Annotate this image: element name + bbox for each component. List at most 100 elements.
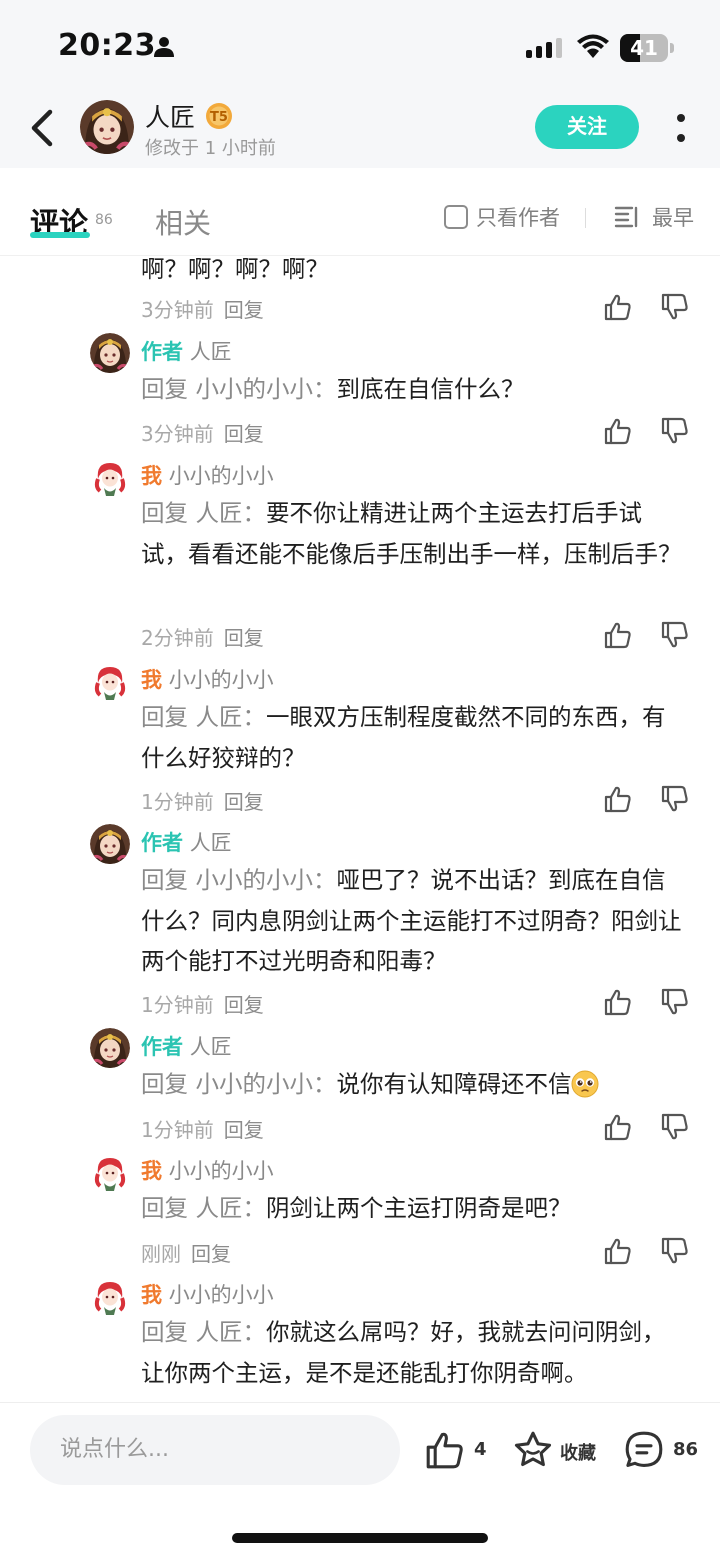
more-options-icon[interactable] [670, 108, 692, 148]
comment-list: 啊？啊？啊？啊？ 3分钟前 回复 作者 人匠 回复 小小的小小：到底在自信什么？ … [0, 256, 720, 1402]
comment-author: 我 小小的小小 [141, 1155, 274, 1185]
comment-text: 回复 人匠：阴剑让两个主运打阴奇是吧？ [141, 1194, 572, 1222]
author-name[interactable]: 人匠 [145, 98, 195, 134]
author-tag: 作者 [141, 831, 183, 855]
comment-meta: 1分钟前 回复 [141, 786, 264, 815]
comment-text: 回复 人匠：你就这么屌吗？好，我就去问问阴剑，让你两个主运，是不是还能乱打你阴奇… [141, 1318, 666, 1387]
reply-button[interactable]: 回复 [224, 298, 264, 322]
commenter-name[interactable]: 小小的小小 [169, 464, 274, 488]
bottom-action-bar: 说点什么... 4 收藏 86 [0, 1402, 720, 1558]
comment-text: 回复 人匠：要不你让精进让两个主运去打后手试试，看看还能不能像后手压制出手一样，… [141, 499, 682, 568]
reply-target[interactable]: 回复 人匠： [141, 1194, 266, 1222]
comment-text: 回复 小小的小小：哑巴了？说不出话？到底在自信什么？同内息阴剑让两个主运能打不过… [141, 866, 682, 975]
author-tag: 作者 [141, 340, 183, 364]
me-tag: 我 [141, 668, 162, 692]
comment-meta: 1分钟前 回复 [141, 989, 264, 1018]
reply-target[interactable]: 回复 小小的小小： [141, 1070, 336, 1098]
comment-author: 作者 人匠 [141, 336, 232, 366]
reply-target[interactable]: 回复 小小的小小： [141, 866, 336, 894]
comment-text: 回复 小小的小小：到底在自信什么？ [141, 375, 525, 403]
avatar[interactable] [90, 1028, 130, 1068]
back-icon[interactable] [26, 106, 60, 150]
status-bar: 20:23 41 [0, 0, 720, 90]
avatar[interactable] [90, 1152, 130, 1192]
author-avatar[interactable] [80, 100, 134, 154]
thumbs-down-icon[interactable] [660, 416, 690, 446]
me-tag: 我 [141, 1283, 162, 1307]
checkbox-icon[interactable] [444, 205, 468, 229]
comment-input[interactable]: 说点什么... [30, 1415, 400, 1485]
comment-meta: 刚刚 回复 [141, 1238, 231, 1267]
star-icon[interactable] [512, 1429, 554, 1471]
battery-icon: 41 [620, 34, 674, 62]
sort-label: 最早 [652, 206, 694, 230]
thumbs-up-icon[interactable] [603, 416, 633, 446]
thumbs-down-icon[interactable] [660, 987, 690, 1017]
wifi-icon [577, 34, 609, 58]
comment-meta: 3分钟前 回复 [141, 294, 264, 323]
comment-author: 我 小小的小小 [141, 460, 274, 490]
thumbs-up-icon[interactable] [603, 987, 633, 1017]
reply-button[interactable]: 回复 [224, 626, 264, 650]
like-icon[interactable] [424, 1429, 466, 1471]
comment-author: 作者 人匠 [141, 827, 232, 857]
comment-text: 啊？啊？啊？啊？ [141, 256, 329, 283]
comment-time: 1分钟前 [141, 993, 214, 1017]
level-badge-icon: T5 [206, 103, 232, 129]
sort-toggle[interactable]: 最早 [614, 202, 694, 232]
reply-target[interactable]: 回复 人匠： [141, 499, 266, 527]
thumbs-up-icon[interactable] [603, 620, 633, 650]
commenter-name[interactable]: 人匠 [190, 1035, 232, 1059]
comment-meta: 3分钟前 回复 [141, 418, 264, 447]
post-modified-time: 修改于 1 小时前 [145, 138, 276, 159]
me-tag: 我 [141, 464, 162, 488]
tab-related[interactable]: 相关 [155, 202, 211, 242]
reply-button[interactable]: 回复 [224, 993, 264, 1017]
status-time: 20:23 [58, 28, 156, 63]
reply-button[interactable]: 回复 [224, 422, 264, 446]
avatar[interactable] [90, 333, 130, 373]
reply-button[interactable]: 回复 [191, 1242, 231, 1266]
pleading-face-icon [571, 1070, 599, 1098]
me-tag: 我 [141, 1159, 162, 1183]
only-author-toggle[interactable]: 只看作者 [444, 202, 560, 232]
author-tag: 作者 [141, 1035, 183, 1059]
avatar[interactable] [90, 457, 130, 497]
comment-time: 1分钟前 [141, 790, 214, 814]
sort-icon [614, 206, 638, 228]
commenter-name[interactable]: 小小的小小 [169, 1283, 274, 1307]
thumbs-down-icon[interactable] [660, 1236, 690, 1266]
reply-target[interactable]: 回复 人匠： [141, 1318, 266, 1346]
signal-icon [526, 38, 562, 58]
thumbs-down-icon[interactable] [660, 292, 690, 322]
thumbs-up-icon[interactable] [603, 1112, 633, 1142]
thumbs-up-icon[interactable] [603, 292, 633, 322]
comments-count: 86 [95, 212, 113, 228]
comment-tabs: 评论 86 相关 只看作者 最早 [0, 168, 720, 256]
thumbs-down-icon[interactable] [660, 784, 690, 814]
comment-count: 86 [673, 1439, 699, 1460]
reply-button[interactable]: 回复 [224, 1118, 264, 1142]
follow-button[interactable]: 关注 [535, 105, 639, 149]
thumbs-down-icon[interactable] [660, 620, 690, 650]
commenter-name[interactable]: 小小的小小 [169, 1159, 274, 1183]
favorite-label[interactable]: 收藏 [560, 1439, 596, 1465]
avatar[interactable] [90, 661, 130, 701]
home-indicator [232, 1533, 488, 1543]
comment-icon[interactable] [623, 1429, 665, 1471]
reply-target[interactable]: 回复 人匠： [141, 703, 266, 731]
thumbs-up-icon[interactable] [603, 784, 633, 814]
divider [585, 208, 586, 228]
avatar[interactable] [90, 1276, 130, 1316]
reply-button[interactable]: 回复 [224, 790, 264, 814]
avatar[interactable] [90, 824, 130, 864]
thumbs-up-icon[interactable] [603, 1236, 633, 1266]
commenter-name[interactable]: 人匠 [190, 340, 232, 364]
thumbs-down-icon[interactable] [660, 1112, 690, 1142]
reply-target[interactable]: 回复 小小的小小： [141, 375, 336, 403]
comment-time: 3分钟前 [141, 298, 214, 322]
commenter-name[interactable]: 小小的小小 [169, 668, 274, 692]
like-count: 4 [474, 1439, 487, 1460]
comment-time: 1分钟前 [141, 1118, 214, 1142]
commenter-name[interactable]: 人匠 [190, 831, 232, 855]
